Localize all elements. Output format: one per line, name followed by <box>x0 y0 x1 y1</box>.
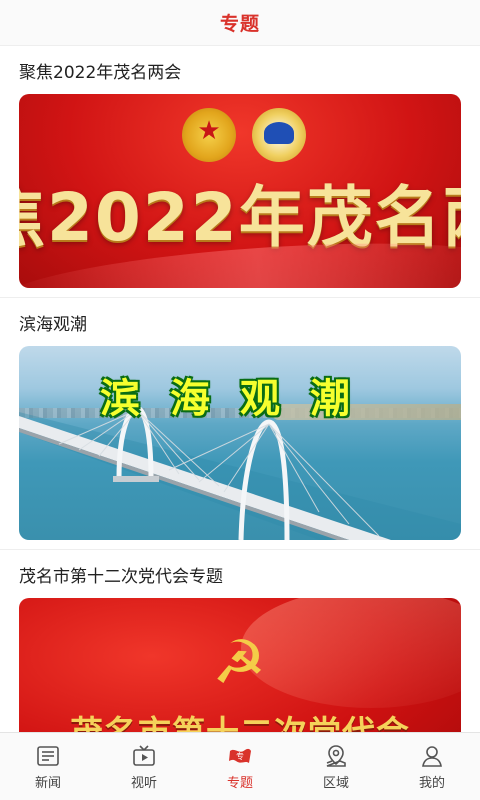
nav-item-video[interactable]: 视听 <box>96 733 192 800</box>
divider <box>0 288 480 298</box>
nav-label: 我的 <box>418 775 445 791</box>
nav-item-me[interactable]: 我的 <box>384 733 480 800</box>
nav-label: 视听 <box>130 775 157 791</box>
top-bar: 专题 <box>0 0 480 46</box>
hammer-sickle-icon: ☭ <box>212 628 266 698</box>
topic-title[interactable]: 滨海观潮 <box>19 298 461 346</box>
national-emblem-icon <box>182 108 236 162</box>
location-icon <box>326 744 346 767</box>
nav-item-region[interactable]: 区域 <box>288 733 384 800</box>
topic-icon: 专 <box>229 748 251 763</box>
topic-banner-binhai[interactable]: 滨海观潮 <box>19 346 461 540</box>
nav-label: 专题 <box>226 775 253 791</box>
topic-card[interactable]: 聚焦2022年茂名两会 焦2022年茂名两 <box>0 46 480 298</box>
topic-card[interactable]: 茂名市第十二次党代会专题 ☭ 茂名市第十二次党代会 <box>0 550 480 732</box>
page-title: 专题 <box>219 13 260 35</box>
topic-title[interactable]: 茂名市第十二次党代会专题 <box>19 550 461 598</box>
topic-banner-lianghui[interactable]: 焦2022年茂名两 <box>19 94 461 288</box>
news-icon <box>37 745 59 766</box>
banner-text: 滨海观潮 <box>100 376 380 422</box>
nav-item-news[interactable]: 新闻 <box>0 733 96 800</box>
svg-text:专: 专 <box>236 751 244 761</box>
banner-text: 茂名市第十二次党代会 <box>19 706 461 732</box>
cppcc-emblem-icon <box>252 108 306 162</box>
topic-card[interactable]: 滨海观潮 滨海观潮 <box>0 298 480 550</box>
user-icon <box>422 745 442 767</box>
banner-ribbon <box>241 598 461 708</box>
bottom-navigation: 新闻 视听 专 专题 区域 我的 <box>0 732 480 800</box>
divider <box>0 540 480 550</box>
topic-feed[interactable]: 聚焦2022年茂名两会 焦2022年茂名两 滨海观潮 <box>0 46 480 732</box>
tv-icon <box>133 744 155 766</box>
nav-label: 新闻 <box>34 775 61 791</box>
nav-item-topics[interactable]: 专 专题 <box>192 733 288 800</box>
topic-title[interactable]: 聚焦2022年茂名两会 <box>19 46 461 94</box>
topic-banner-party-congress[interactable]: ☭ 茂名市第十二次党代会 <box>19 598 461 732</box>
nav-label: 区域 <box>322 775 349 791</box>
